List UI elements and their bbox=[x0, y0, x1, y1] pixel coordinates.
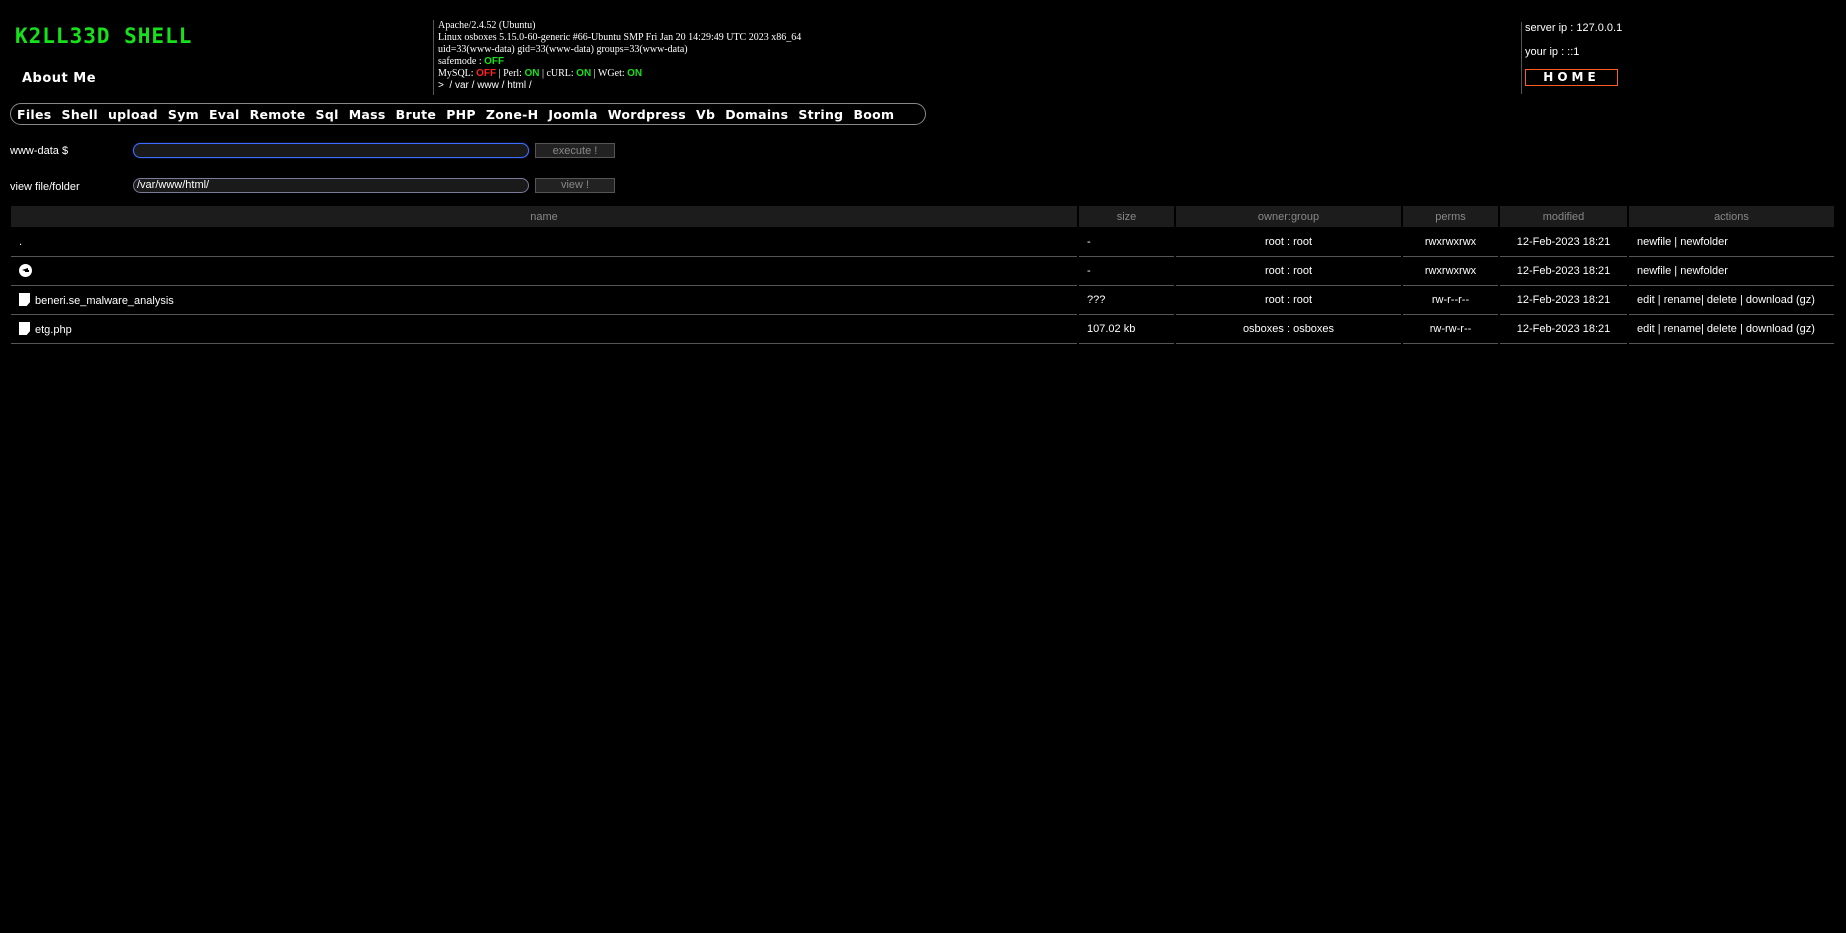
file-link[interactable]: etg.php bbox=[35, 324, 72, 336]
menu-eval[interactable]: Eval bbox=[209, 107, 240, 122]
home-button[interactable]: HOME bbox=[1525, 69, 1618, 86]
path-part-www[interactable]: / www bbox=[469, 80, 499, 91]
path-part-html[interactable]: / html bbox=[499, 80, 526, 91]
row-owner: root : root bbox=[1176, 286, 1401, 315]
row-actions: edit | rename| delete | download (gz) bbox=[1629, 315, 1834, 344]
menu-vb[interactable]: Vb bbox=[696, 107, 715, 122]
row-name[interactable]: . bbox=[11, 228, 1077, 257]
current-path-breadcrumb: > / var / www / html / bbox=[438, 80, 532, 91]
row-actions-links[interactable]: edit | rename| delete | download (gz) bbox=[1637, 294, 1815, 306]
row-perms[interactable]: rwxrwxrwx bbox=[1403, 228, 1498, 257]
table-row: etg.php 107.02 kb osboxes : osboxes rw-r… bbox=[11, 315, 1834, 344]
menu-shell[interactable]: Shell bbox=[62, 107, 98, 122]
view-label: view file/folder bbox=[10, 181, 80, 193]
table-row: . - root : root rwxrwxrwx 12-Feb-2023 18… bbox=[11, 228, 1834, 257]
safemode-status: safemode : OFF bbox=[438, 56, 505, 67]
client-ip: your ip : ::1 bbox=[1525, 46, 1580, 58]
table-header-row: name size owner:group perms modified act… bbox=[11, 206, 1834, 228]
menu-domains[interactable]: Domains bbox=[725, 107, 788, 122]
menu-sql[interactable]: Sql bbox=[316, 107, 339, 122]
command-form: www-data $ execute ! bbox=[10, 143, 615, 158]
row-owner: osboxes : osboxes bbox=[1176, 315, 1401, 344]
file-icon bbox=[19, 293, 30, 306]
extensions-status: MySQL: OFF | Perl: ON | cURL: ON | WGet:… bbox=[438, 68, 643, 79]
file-link[interactable]: beneri.se_malware_analysis bbox=[35, 295, 174, 307]
row-size: - bbox=[1079, 257, 1174, 286]
menu-joomla[interactable]: Joomla bbox=[548, 107, 597, 122]
row-actions-links[interactable]: newfile | newfolder bbox=[1637, 265, 1728, 277]
table-row: - root : root rwxrwxrwx 12-Feb-2023 18:2… bbox=[11, 257, 1834, 286]
back-arrow-icon[interactable] bbox=[19, 264, 32, 277]
system-info-panel: Apache/2.4.52 (Ubuntu) Linux osboxes 5.1… bbox=[433, 20, 801, 95]
row-name: etg.php bbox=[11, 315, 1077, 344]
menu-php[interactable]: PHP bbox=[446, 107, 476, 122]
server-software: Apache/2.4.52 (Ubuntu) bbox=[438, 20, 536, 31]
ip-info-panel: server ip : 127.0.0.1 your ip : ::1 HOME bbox=[1521, 22, 1622, 94]
row-actions: edit | rename| delete | download (gz) bbox=[1629, 286, 1834, 315]
menu-mass[interactable]: Mass bbox=[349, 107, 386, 122]
row-size: - bbox=[1079, 228, 1174, 257]
row-owner: root : root bbox=[1176, 257, 1401, 286]
header-size[interactable]: size bbox=[1079, 206, 1174, 228]
command-input[interactable] bbox=[133, 143, 529, 158]
uid-info: uid=33(www-data) gid=33(www-data) groups… bbox=[438, 44, 688, 55]
row-name: beneri.se_malware_analysis bbox=[11, 286, 1077, 315]
path-part-var[interactable]: / var bbox=[449, 80, 468, 91]
row-owner: root : root bbox=[1176, 228, 1401, 257]
row-actions: newfile | newfolder bbox=[1629, 257, 1834, 286]
execute-button[interactable]: execute ! bbox=[535, 143, 615, 158]
row-name[interactable] bbox=[11, 257, 1077, 286]
row-perms[interactable]: rwxrwxrwx bbox=[1403, 257, 1498, 286]
file-icon bbox=[19, 322, 30, 335]
main-menu: Files Shell upload Sym Eval Remote Sql M… bbox=[10, 103, 926, 125]
row-modified: 12-Feb-2023 18:21 bbox=[1500, 286, 1627, 315]
view-button[interactable]: view ! bbox=[535, 177, 615, 193]
header-actions: actions bbox=[1629, 206, 1834, 228]
menu-files[interactable]: Files bbox=[17, 107, 52, 122]
view-path-input[interactable] bbox=[133, 177, 529, 193]
menu-zone-h[interactable]: Zone-H bbox=[486, 107, 538, 122]
shell-logo: K2LL33D SHELL bbox=[15, 24, 193, 48]
table-row: beneri.se_malware_analysis ??? root : ro… bbox=[11, 286, 1834, 315]
row-perms[interactable]: rw-rw-r-- bbox=[1403, 315, 1498, 344]
header-modified[interactable]: modified bbox=[1500, 206, 1627, 228]
menu-sym[interactable]: Sym bbox=[168, 107, 199, 122]
menu-upload[interactable]: upload bbox=[108, 107, 158, 122]
menu-boom[interactable]: Boom bbox=[853, 107, 894, 122]
row-modified: 12-Feb-2023 18:21 bbox=[1500, 257, 1627, 286]
row-size: ??? bbox=[1079, 286, 1174, 315]
row-actions: newfile | newfolder bbox=[1629, 228, 1834, 257]
file-table: name size owner:group perms modified act… bbox=[9, 206, 1836, 344]
menu-wordpress[interactable]: Wordpress bbox=[608, 107, 686, 122]
row-size: 107.02 kb bbox=[1079, 315, 1174, 344]
row-perms[interactable]: rw-r--r-- bbox=[1403, 286, 1498, 315]
current-dir-link[interactable]: . bbox=[19, 236, 22, 248]
header-perms[interactable]: perms bbox=[1403, 206, 1498, 228]
menu-remote[interactable]: Remote bbox=[250, 107, 306, 122]
kernel-info: Linux osboxes 5.15.0-60-generic #66-Ubun… bbox=[438, 32, 802, 43]
about-me-link[interactable]: About Me bbox=[22, 71, 96, 86]
header-owner-group[interactable]: owner:group bbox=[1176, 206, 1401, 228]
view-form: view file/folder view ! bbox=[10, 177, 615, 193]
row-modified: 12-Feb-2023 18:21 bbox=[1500, 315, 1627, 344]
row-actions-links[interactable]: edit | rename| delete | download (gz) bbox=[1637, 323, 1815, 335]
server-ip: server ip : 127.0.0.1 bbox=[1525, 22, 1623, 34]
header-name[interactable]: name bbox=[11, 206, 1077, 228]
menu-string[interactable]: String bbox=[798, 107, 843, 122]
row-modified: 12-Feb-2023 18:21 bbox=[1500, 228, 1627, 257]
command-label: www-data $ bbox=[10, 144, 69, 157]
row-actions-links[interactable]: newfile | newfolder bbox=[1637, 236, 1728, 248]
menu-brute[interactable]: Brute bbox=[396, 107, 437, 122]
